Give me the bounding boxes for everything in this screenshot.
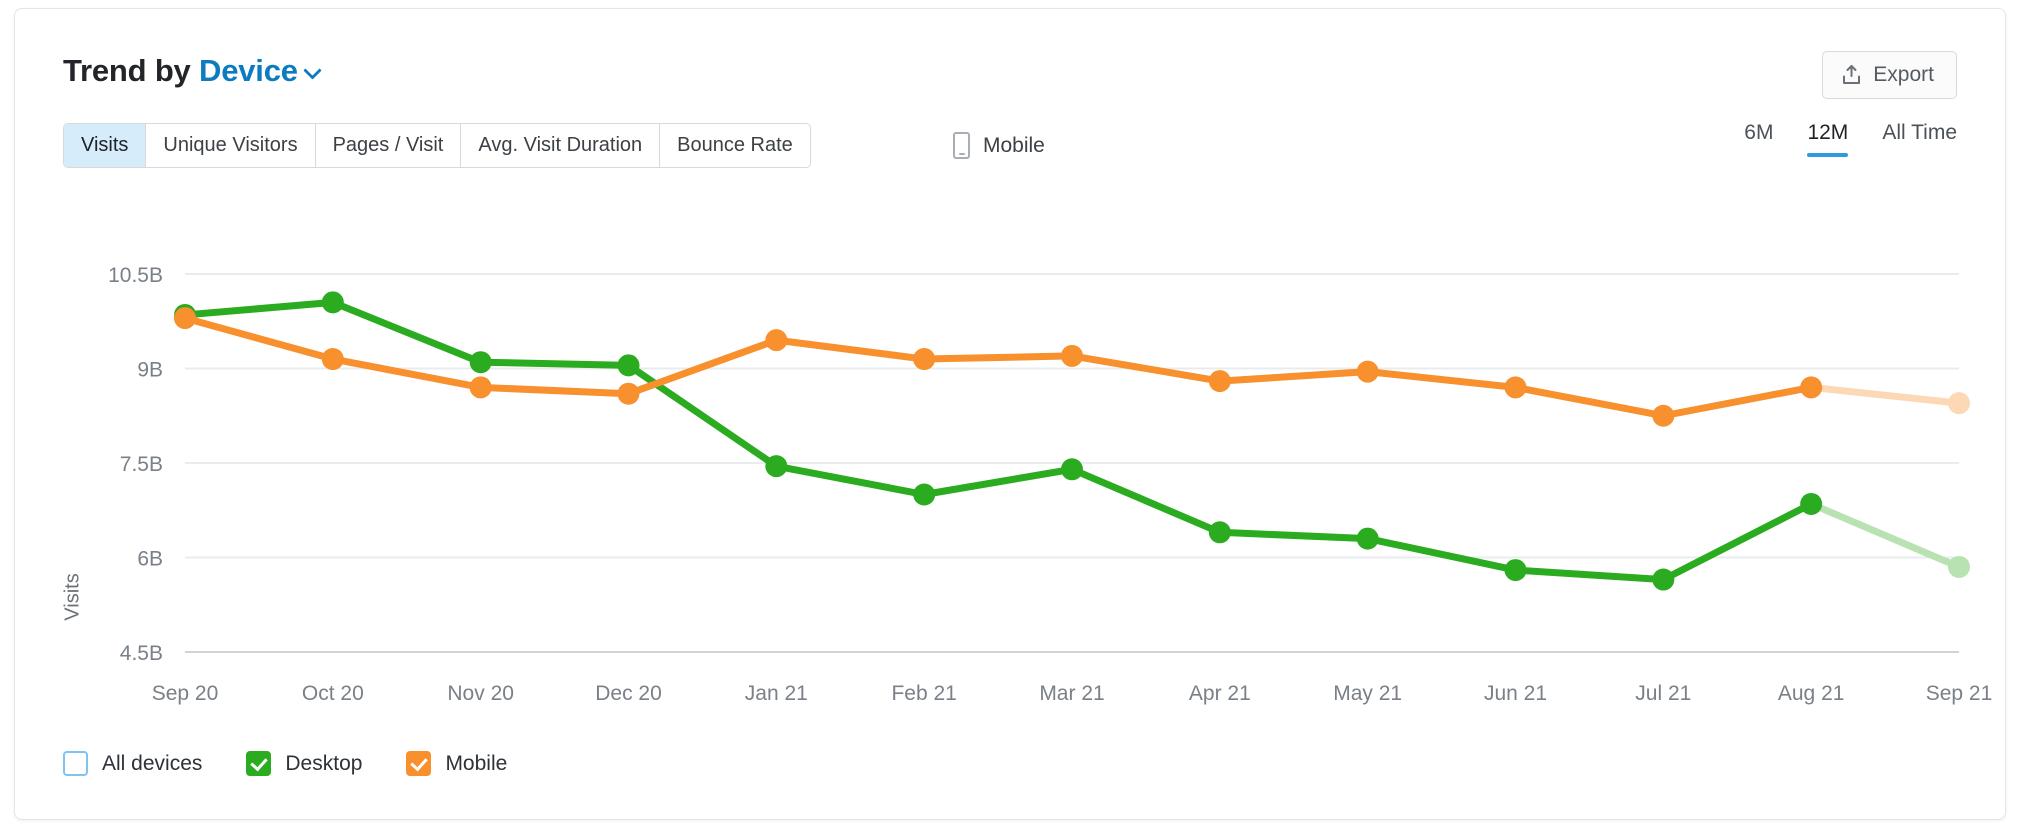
legend-item-desktop[interactable]: Desktop [246,751,362,776]
export-label: Export [1873,63,1934,86]
chart-area: Visits 10.5B 9B 7.5B 6B 4.5B Sep 20 Oct 20 Nov … [15,185,2005,705]
metric-tab-visits[interactable]: Visits [64,124,147,167]
data-point-desktop[interactable] [469,351,492,374]
mobile-phone-icon [953,132,970,159]
x-axis-tick-label: Aug 21 [1778,682,1845,705]
legend-item-all-devices[interactable]: All devices [63,751,202,776]
metric-tab-label: Unique Visitors [163,134,298,156]
y-axis-title: Visits [61,573,84,621]
data-point-mobile[interactable] [1208,370,1231,393]
data-point-desktop[interactable] [617,354,640,377]
data-point-desktop[interactable] [321,291,344,314]
data-point-mobile[interactable] [1504,376,1527,399]
metric-tab-label: Visits [81,134,129,156]
checkbox-all-devices[interactable] [63,751,88,776]
series-line-projected-mobile [1807,383,1963,407]
y-axis-tick-label: 4.5B [120,642,163,665]
card-header: Trend by Device Export [15,9,2005,105]
checkbox-mobile[interactable] [406,751,432,776]
range-tab-6m[interactable]: 6M [1744,121,1773,157]
series-line-mobile [181,314,1815,420]
x-axis-tick-label: Nov 20 [447,682,514,705]
data-point-desktop[interactable] [1652,568,1675,591]
x-axis-tick-label: Jul 21 [1635,682,1691,705]
data-point-desktop[interactable] [1504,559,1527,582]
series-legend: All devices Desktop Mobile [63,751,507,776]
x-axis-tick-label: Oct 20 [302,682,364,705]
data-point-mobile[interactable] [617,382,640,405]
range-tab-label: 12M [1807,121,1849,144]
upload-export-icon [1843,65,1861,84]
x-axis-tick-label: May 21 [1333,682,1402,705]
range-tab-label: 6M [1744,121,1774,144]
visits-trend-line-chart: 10.5B 9B 7.5B 6B 4.5B Sep 20 Oct 20 Nov 20 Dec 2… [108,264,1993,705]
device-filter-label: Mobile [983,133,1045,157]
data-point-desktop[interactable] [765,455,788,478]
dimension-label: Device [199,53,298,88]
x-axis-tick-label: Sep 20 [152,682,219,705]
metric-tab-unique-visitors[interactable]: Unique Visitors [146,124,316,167]
metric-tab-label: Bounce Rate [677,134,793,156]
data-point-desktop[interactable] [913,483,936,506]
metric-tab-pages-per-visit[interactable]: Pages / Visit [315,124,462,167]
legend-item-mobile[interactable]: Mobile [406,751,507,776]
checkbox-desktop[interactable] [246,751,272,776]
metric-tab-bounce-rate[interactable]: Bounce Rate [660,124,810,167]
x-axis-tick-label: Jan 21 [745,682,808,705]
metric-tab-label: Avg. Visit Duration [478,134,643,156]
data-point-desktop[interactable] [1356,527,1379,550]
data-point-mobile[interactable] [1061,344,1083,367]
x-axis-tick-label: Dec 20 [595,682,662,705]
data-point-mobile[interactable] [1800,376,1823,399]
y-axis-tick-label: 7.5B [120,453,163,476]
range-tab-12m[interactable]: 12M [1807,121,1848,157]
data-point-desktop[interactable] [1948,555,1970,578]
y-axis-tick-label: 10.5B [108,264,163,287]
x-axis-tick-label: Mar 21 [1039,682,1104,705]
page-title: Trend by Device [63,53,320,89]
legend-label: All devices [102,751,203,775]
x-axis-tick-label: Apr 21 [1189,682,1251,705]
data-point-mobile[interactable] [1356,360,1379,383]
y-axis-tick-label: 9B [137,359,163,382]
legend-label: Mobile [445,751,508,775]
data-point-mobile[interactable] [1652,404,1675,427]
data-point-desktop[interactable] [1208,521,1231,544]
series-line-desktop [181,298,1815,584]
chevron-down-icon [305,63,320,78]
device-filter-chip[interactable]: Mobile [953,123,1045,168]
metric-segmented-control: Visits Unique Visitors Pages / Visit Avg… [63,123,811,168]
export-button[interactable]: Export [1822,51,1957,99]
metric-tab-label: Pages / Visit [332,134,444,156]
data-point-mobile[interactable] [174,307,196,330]
data-point-mobile[interactable] [321,348,344,371]
trend-by-device-card: Trend by Device Export Visits Unique Vis… [14,8,2006,820]
range-tab-all-time[interactable]: All Time [1882,121,1957,157]
y-axis-tick-label: 6B [137,548,163,571]
range-tab-label: All Time [1882,121,1957,144]
x-axis-tick-label: Feb 21 [891,682,956,705]
data-point-mobile[interactable] [765,329,788,352]
data-point-mobile[interactable] [913,348,936,371]
x-axis-tick-label: Jun 21 [1484,682,1547,705]
dimension-selector[interactable]: Device [199,53,320,88]
data-point-desktop[interactable] [1800,492,1823,515]
legend-label: Desktop [285,751,363,775]
page-title-prefix: Trend by [63,53,200,88]
time-range-tabs: 6M 12M All Time [1744,121,1957,157]
x-axis-tick-label: Sep 21 [1926,682,1993,705]
data-point-desktop[interactable] [1061,458,1083,481]
metric-tab-avg-visit-duration[interactable]: Avg. Visit Duration [461,124,661,167]
chart-toolbar: Visits Unique Visitors Pages / Visit Avg… [15,109,2005,181]
data-point-mobile[interactable] [1948,392,1970,415]
data-point-mobile[interactable] [469,376,492,399]
